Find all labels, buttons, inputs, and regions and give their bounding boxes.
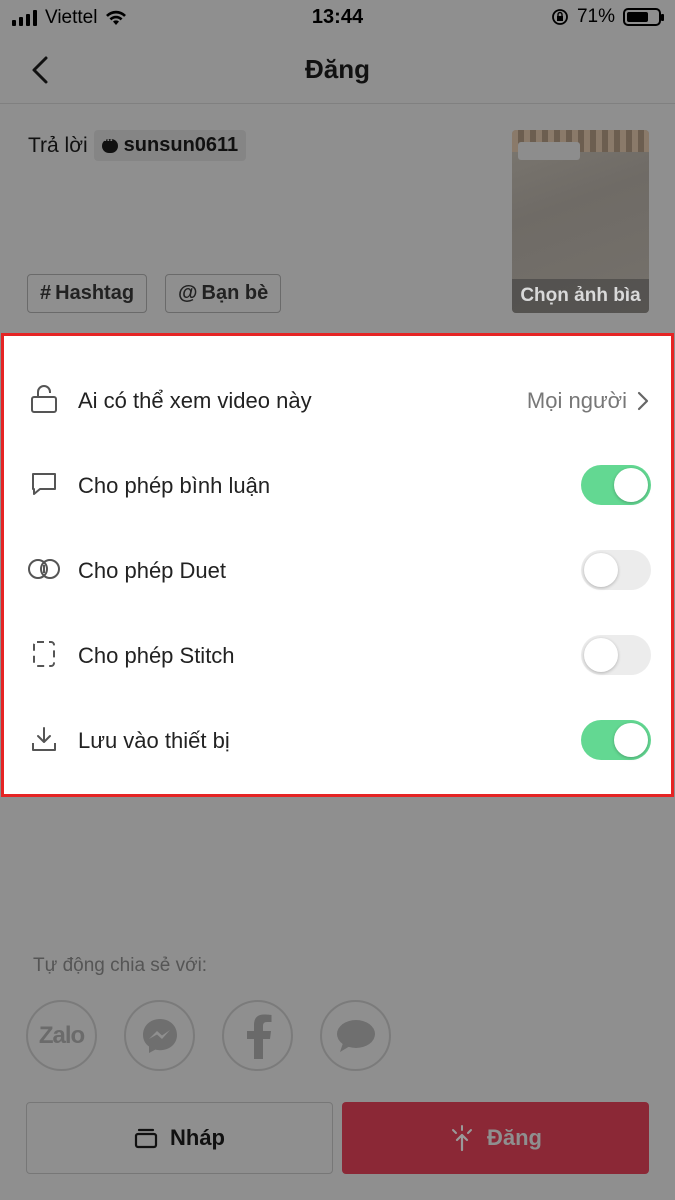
upload-sparkle-icon (452, 1125, 472, 1152)
privacy-label: Ai có thể xem video này (78, 388, 312, 413)
stitch-toggle[interactable] (581, 635, 651, 675)
draft-icon (134, 1128, 158, 1149)
stitch-row: Cho phép Stitch (4, 615, 671, 695)
status-right: 71% (551, 6, 664, 28)
chevron-right-icon (637, 391, 649, 411)
auto-share-label: Tự động chia sẻ với: (33, 955, 208, 976)
messenger-icon (142, 1018, 177, 1053)
video-settings-panel: Ai có thể xem video này Mọi người Cho ph… (1, 333, 674, 797)
battery-icon (623, 8, 664, 26)
duet-row: Cho phép Duet (4, 530, 671, 610)
hashtag-button[interactable]: # Hashtag (27, 274, 148, 313)
page-title: Đăng (305, 54, 370, 84)
comment-icon (27, 467, 61, 501)
status-bar: Viettel 13:44 71% (0, 0, 675, 36)
stitch-label: Cho phép Stitch (78, 643, 235, 668)
caption-input[interactable]: Trả lời sunsun0611 (28, 130, 247, 161)
facebook-icon (246, 1014, 271, 1059)
at-icon: @ (178, 282, 198, 304)
orientation-lock-icon (552, 9, 568, 25)
mention-friends-button[interactable]: @ Bạn bè (165, 274, 282, 313)
duet-icon (27, 552, 61, 586)
save-label: Lưu vào thiết bị (78, 728, 230, 753)
share-targets: Zalo (26, 1000, 391, 1071)
download-icon (27, 722, 61, 756)
friends-label: Bạn bè (201, 282, 269, 304)
privacy-value[interactable]: Mọi người (527, 388, 649, 414)
comments-toggle[interactable] (581, 465, 651, 505)
draft-button[interactable]: Nháp (26, 1102, 333, 1174)
choose-cover-label: Chọn ảnh bìa (512, 279, 649, 313)
zalo-icon: Zalo (38, 1021, 85, 1049)
privacy-row[interactable]: Ai có thể xem video này Mọi người (4, 360, 671, 440)
hashtag-label: Hashtag (55, 282, 135, 304)
reply-username: sunsun0611 (123, 134, 239, 156)
thumbnail-comment-sticker (518, 142, 580, 160)
hash-icon: # (40, 282, 52, 304)
messages-share-button[interactable] (320, 1000, 391, 1071)
duet-toggle[interactable] (581, 550, 651, 590)
cover-thumbnail[interactable]: Chọn ảnh bìa (512, 130, 649, 313)
header: Đăng (0, 36, 675, 104)
post-label: Đăng (487, 1125, 542, 1150)
comments-row: Cho phép bình luận (4, 445, 671, 525)
save-to-device-row: Lưu vào thiết bị (4, 700, 671, 780)
reply-prefix: Trả lời (28, 133, 88, 157)
draft-label: Nháp (170, 1125, 225, 1150)
messenger-share-button[interactable] (124, 1000, 195, 1071)
save-toggle[interactable] (581, 720, 651, 760)
back-button[interactable] (22, 50, 58, 90)
chevron-left-icon (32, 56, 48, 84)
comment-bubble-icon (101, 133, 118, 153)
reply-user-chip[interactable]: sunsun0611 (93, 130, 247, 161)
comments-label: Cho phép bình luận (78, 473, 271, 498)
zalo-share-button[interactable]: Zalo (26, 1000, 97, 1071)
battery-percent: 71% (576, 6, 615, 27)
messages-icon (336, 1019, 375, 1052)
facebook-share-button[interactable] (222, 1000, 293, 1071)
duet-label: Cho phép Duet (78, 558, 226, 583)
unlock-icon (27, 382, 61, 416)
privacy-value-text: Mọi người (526, 388, 627, 413)
post-button[interactable]: Đăng (342, 1102, 649, 1174)
stitch-icon (27, 637, 61, 671)
